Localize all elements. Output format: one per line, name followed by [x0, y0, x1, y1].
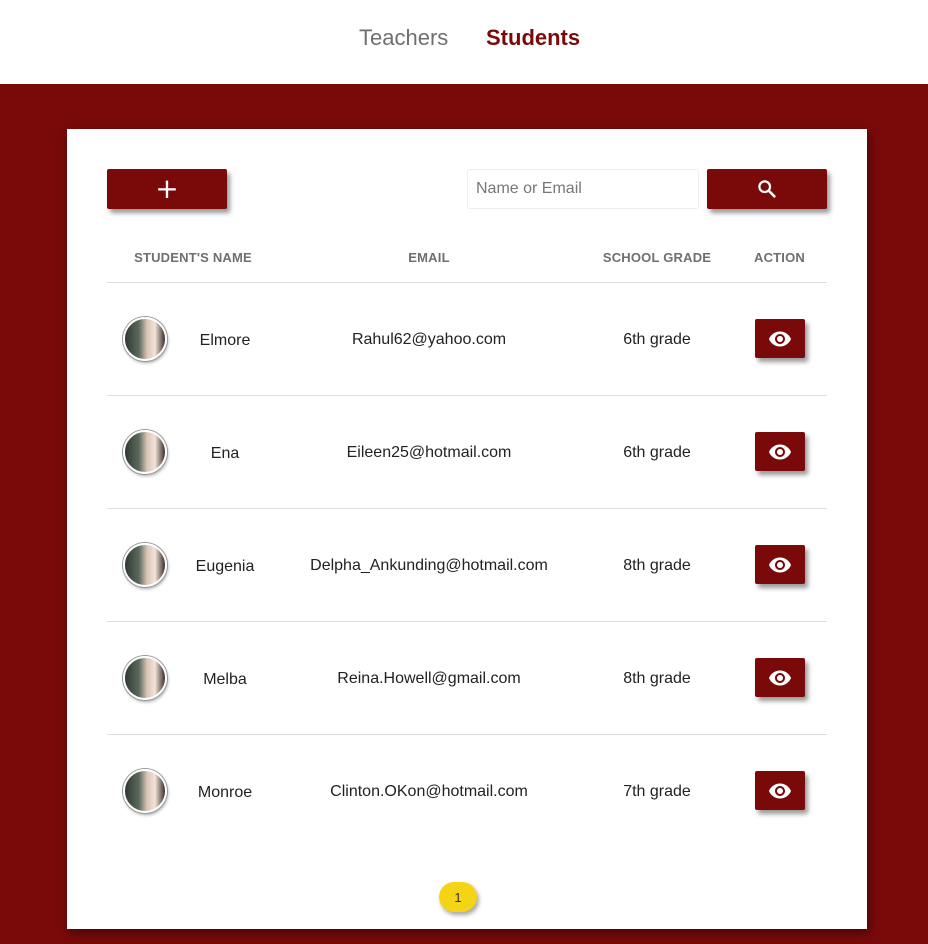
student-grade: 8th grade	[623, 557, 691, 574]
tab-teachers[interactable]: Teachers	[359, 24, 448, 52]
top-navigation: Teachers Students	[0, 0, 928, 84]
student-name: Elmore	[199, 332, 251, 349]
student-grade: 6th grade	[623, 331, 691, 348]
avatar	[123, 769, 167, 813]
eye-icon	[769, 783, 791, 798]
avatar	[123, 543, 167, 587]
table-row: Monroe Clinton.OKon@hotmail.com 7th grad…	[107, 735, 827, 848]
students-card: + STUDENT'S NAME EMAIL SCHOOL GRADE ACTI…	[67, 129, 867, 929]
avatar	[123, 656, 167, 700]
view-student-button[interactable]	[755, 432, 805, 471]
eye-icon	[769, 557, 791, 572]
search-icon	[758, 180, 776, 198]
search-input[interactable]	[467, 169, 699, 209]
student-name: Ena	[210, 445, 240, 462]
eye-icon	[769, 670, 791, 685]
student-email: Eileen25@hotmail.com	[346, 444, 512, 461]
student-grade: 8th grade	[623, 670, 691, 687]
eye-icon	[769, 331, 791, 346]
view-student-button[interactable]	[755, 545, 805, 584]
avatar	[123, 317, 167, 361]
view-student-button[interactable]	[755, 771, 805, 810]
add-student-button[interactable]: +	[107, 169, 227, 209]
student-name: Eugenia	[195, 558, 255, 575]
table-row: Melba Reina.Howell@gmail.com 8th grade	[107, 622, 827, 735]
student-name: Melba	[203, 671, 247, 688]
student-name: Monroe	[197, 784, 253, 801]
table-row: Eugenia Delpha_Ankunding@hotmail.com 8th…	[107, 509, 827, 622]
table-row: Elmore Rahul62@yahoo.com 6th grade	[107, 283, 827, 396]
column-header-email: EMAIL	[408, 250, 450, 265]
table-row: Ena Eileen25@hotmail.com 6th grade	[107, 396, 827, 509]
student-email: Rahul62@yahoo.com	[351, 331, 507, 348]
column-header-grade: SCHOOL GRADE	[602, 250, 712, 265]
student-email: Delpha_Ankunding@hotmail.com	[310, 557, 548, 574]
search-button[interactable]	[707, 169, 827, 209]
column-header-name: STUDENT'S NAME	[134, 250, 252, 265]
tab-students[interactable]: Students	[486, 24, 580, 52]
student-email: Clinton.OKon@hotmail.com	[330, 783, 528, 800]
view-student-button[interactable]	[755, 319, 805, 358]
view-student-button[interactable]	[755, 658, 805, 697]
student-grade: 7th grade	[623, 783, 691, 800]
eye-icon	[769, 444, 791, 459]
pagination-page-1[interactable]: 1	[439, 882, 477, 912]
student-grade: 6th grade	[623, 444, 691, 461]
add-label: +	[155, 172, 179, 205]
student-email: Reina.Howell@gmail.com	[337, 670, 521, 687]
column-header-action: ACTION	[753, 250, 806, 265]
avatar	[123, 430, 167, 474]
